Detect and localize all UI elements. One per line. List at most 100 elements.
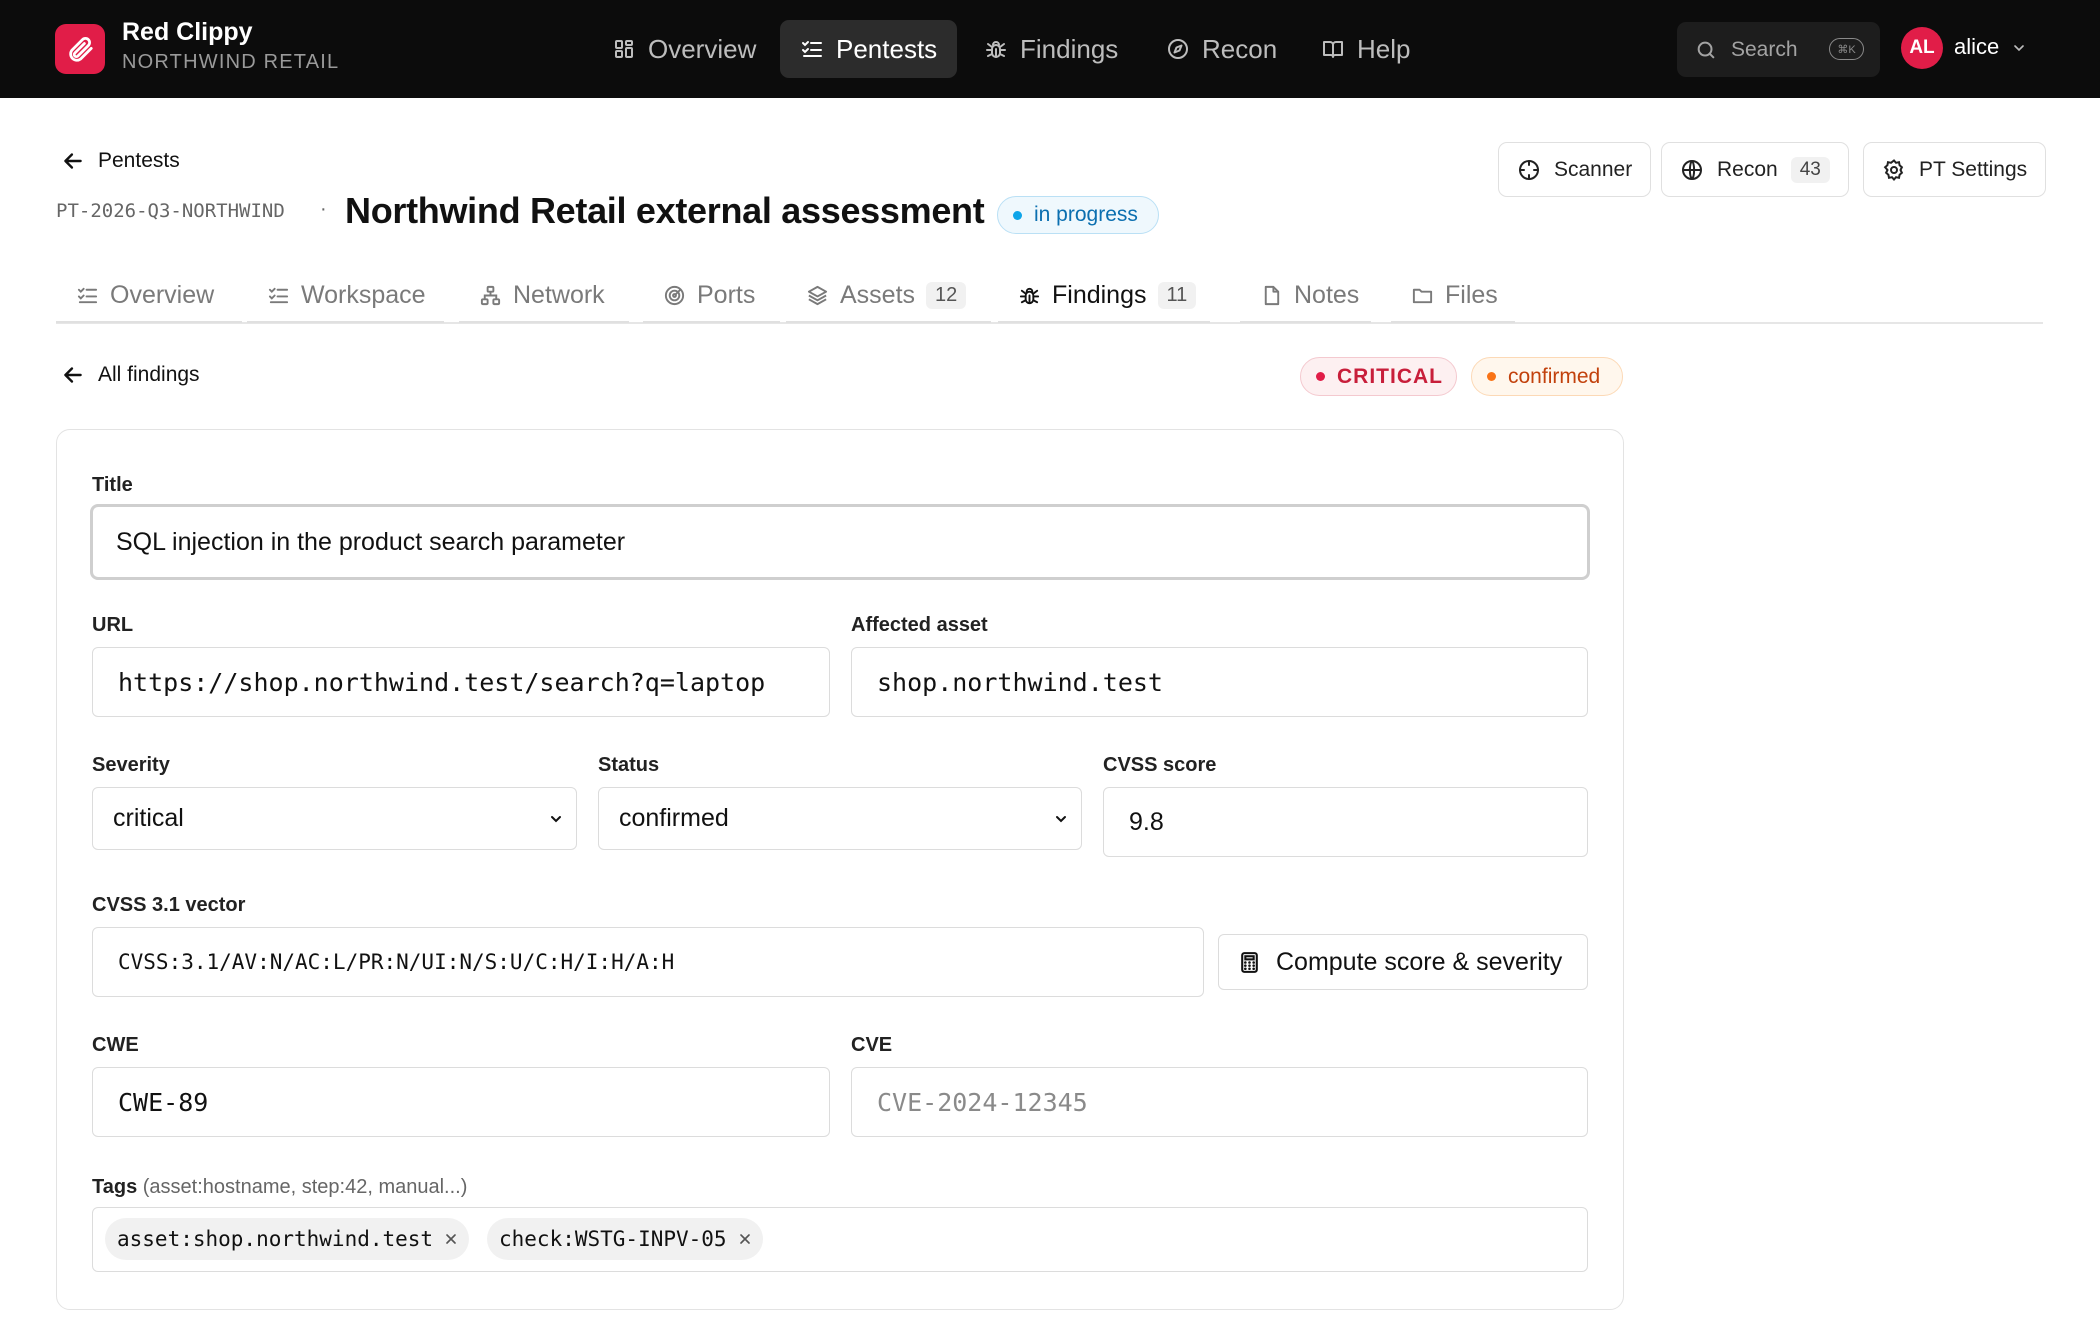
status-label: Status (598, 754, 660, 776)
avatar[interactable]: AL (1901, 27, 1943, 69)
status-badge: confirmed (1471, 357, 1623, 396)
arrow-left-icon (60, 362, 86, 388)
title-label: Title (92, 474, 133, 496)
nav-label: Help (1357, 33, 1411, 64)
tag-chip: asset:shop.northwind.test (105, 1218, 470, 1260)
url-value: https://shop.northwind.test/search?q=lap… (118, 667, 766, 697)
tab-label: Overview (110, 281, 215, 309)
nav-label: Overview (648, 33, 757, 64)
severity-badge-text: CRITICAL (1337, 364, 1443, 388)
scanner-button[interactable]: Scanner (1498, 142, 1652, 197)
tab-ports[interactable]: Ports (643, 270, 780, 323)
nav-label: Findings (1020, 33, 1119, 64)
tags-label: Tags (asset:hostname, step:42, manual...… (92, 1176, 467, 1199)
chevron-down-icon (548, 811, 564, 827)
assets-count: 12 (926, 282, 967, 309)
radar-icon (663, 284, 686, 307)
user-name[interactable]: alice (1954, 34, 1999, 60)
severity-select[interactable]: critical (92, 787, 577, 850)
tag-text: check:WSTG-INPV-05 (499, 1227, 727, 1251)
severity-badge: CRITICAL (1300, 357, 1457, 396)
tab-label: Notes (1294, 281, 1360, 309)
pt-settings-button[interactable]: PT Settings (1863, 142, 2047, 197)
separator: · (320, 198, 327, 220)
close-icon[interactable] (443, 1231, 459, 1247)
nav-label: Recon (1202, 33, 1278, 64)
crosshair-icon (1517, 158, 1541, 182)
status-select[interactable]: confirmed (598, 787, 1082, 850)
tab-network[interactable]: Network (459, 270, 629, 323)
file-icon (1260, 284, 1283, 307)
nav-item-overview[interactable]: Overview (592, 20, 776, 78)
severity-value: critical (113, 804, 184, 832)
paperclip-icon[interactable] (55, 24, 105, 74)
global-search[interactable]: Search ⌘K (1677, 22, 1880, 77)
tab-files[interactable]: Files (1391, 270, 1515, 323)
compute-label: Compute score & severity (1276, 947, 1563, 976)
status-badge-text: confirmed (1508, 364, 1601, 388)
cvss-score-value: 9.8 (1129, 807, 1164, 836)
close-icon[interactable] (737, 1231, 753, 1247)
cwe-input[interactable]: CWE-89 (92, 1067, 830, 1137)
tab-findings[interactable]: Findings 11 (998, 270, 1210, 323)
cve-placeholder: CVE-2024-12345 (877, 1087, 1088, 1117)
findings-count: 11 (1157, 282, 1197, 309)
status-dot (1013, 210, 1022, 220)
nav-item-recon[interactable]: Recon (1146, 20, 1297, 78)
back-label: Pentests (98, 149, 180, 172)
tags-hint: (asset:hostname, step:42, manual...) (142, 1176, 468, 1198)
back-to-all-findings-link[interactable]: All findings (60, 362, 200, 388)
cve-input[interactable]: CVE-2024-12345 (851, 1067, 1588, 1137)
button-label: PT Settings (1919, 157, 2028, 181)
tab-label: Ports (697, 281, 756, 309)
network-icon (479, 284, 502, 307)
nav-item-findings[interactable]: Findings (964, 20, 1138, 78)
bug-icon (984, 37, 1008, 61)
title-input[interactable]: SQL injection in the product search para… (90, 504, 1590, 580)
recon-count: 43 (1790, 156, 1830, 183)
cve-label: CVE (851, 1034, 893, 1056)
cwe-value: CWE-89 (118, 1087, 209, 1117)
tab-overview[interactable]: Overview (56, 270, 242, 323)
button-label: Scanner (1554, 157, 1633, 181)
brand-name: Red Clippy (122, 18, 253, 46)
cvss-score-input[interactable]: 9.8 (1103, 787, 1588, 857)
compass-icon (1166, 37, 1190, 61)
nav-item-pentests[interactable]: Pentests (780, 20, 958, 78)
tab-notes[interactable]: Notes (1240, 270, 1371, 323)
nav-label: Pentests (836, 33, 938, 64)
severity-label: Severity (92, 754, 170, 776)
url-label: URL (92, 614, 134, 636)
tag-chip: check:WSTG-INPV-05 (487, 1218, 763, 1260)
cvss-score-label: CVSS score (1103, 754, 1217, 776)
status-badge: in progress (997, 196, 1159, 234)
url-input[interactable]: https://shop.northwind.test/search?q=lap… (92, 647, 830, 717)
bug-icon (1018, 284, 1041, 307)
checklist-icon (76, 284, 99, 307)
tab-label: Workspace (301, 281, 426, 309)
tags-label-text: Tags (92, 1176, 138, 1198)
cwe-label: CWE (92, 1034, 139, 1056)
chevron-down-icon (1053, 811, 1069, 827)
keyboard-shortcut: ⌘K (1829, 38, 1864, 60)
cvss-vector-input[interactable]: CVSS:3.1/AV:N/AC:L/PR:N/UI:N/S:U/C:H/I:H… (92, 927, 1204, 997)
status-dot (1487, 372, 1496, 381)
compute-score-button[interactable]: Compute score & severity (1218, 934, 1588, 990)
organization-name: NORTHWIND RETAIL (122, 51, 340, 73)
arrow-left-icon (60, 148, 86, 174)
tab-assets[interactable]: Assets 12 (786, 270, 991, 323)
layers-icon (806, 284, 829, 307)
back-to-pentests-link[interactable]: Pentests (60, 148, 180, 174)
tab-workspace[interactable]: Workspace (247, 270, 444, 323)
pentest-code: PT-2026-Q3-NORTHWIND (56, 200, 285, 222)
tab-label: Network (513, 281, 605, 309)
affected-asset-label: Affected asset (851, 614, 988, 636)
severity-dot (1316, 372, 1325, 381)
recon-button[interactable]: Recon 43 (1661, 142, 1849, 197)
chevron-down-icon[interactable] (2011, 40, 2027, 56)
checklist-icon (800, 37, 824, 61)
gear-icon (1882, 158, 1906, 182)
nav-item-help[interactable]: Help (1301, 20, 1430, 78)
affected-asset-input[interactable]: shop.northwind.test (851, 647, 1588, 717)
tab-label: Files (1445, 281, 1498, 309)
